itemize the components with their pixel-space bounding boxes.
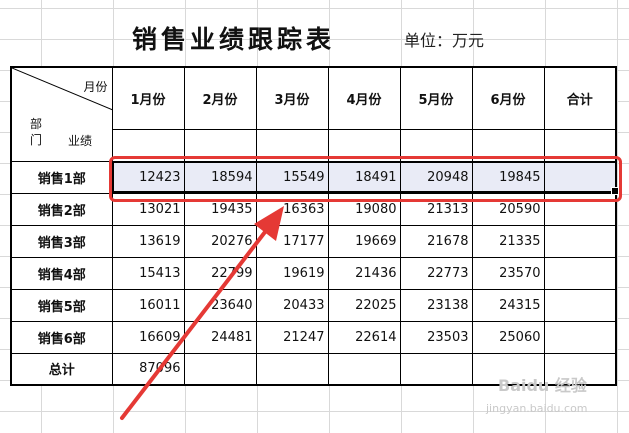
watermark-url: jingyan.baidu.com bbox=[486, 402, 588, 415]
baidu-watermark: Baidu 经验 jingyan.baidu.com bbox=[478, 372, 618, 424]
watermark-brand: Baidu 经验 bbox=[498, 376, 587, 395]
annotation-arrow bbox=[120, 206, 284, 420]
